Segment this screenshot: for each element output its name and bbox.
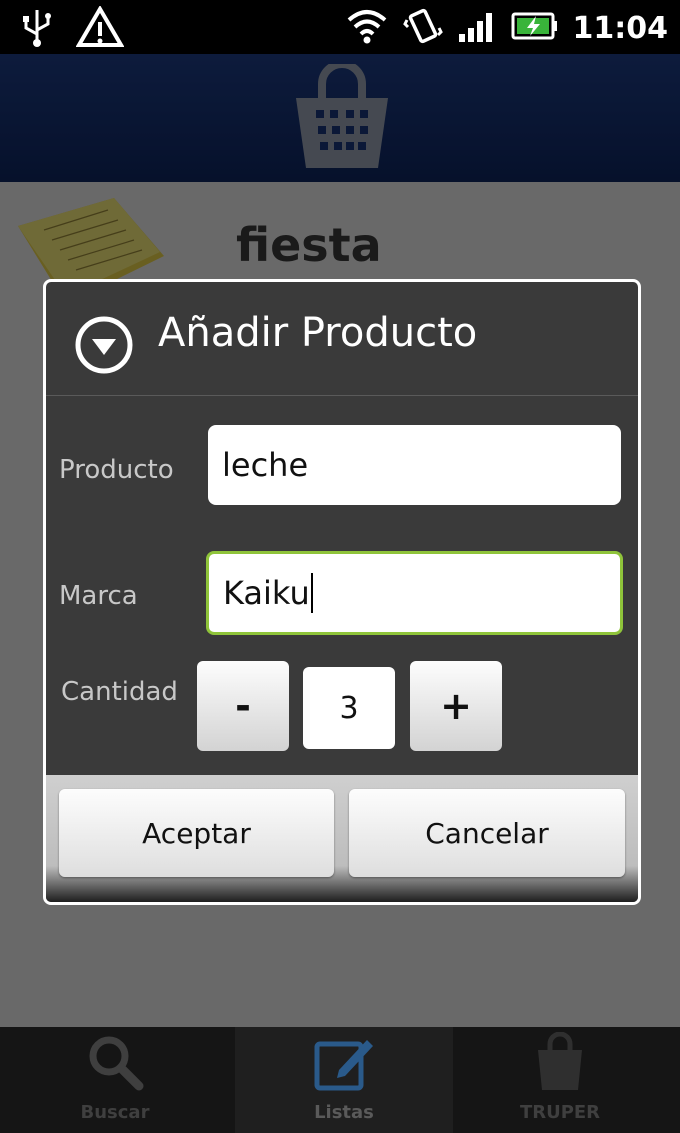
shopping-bag-icon	[532, 1031, 588, 1096]
tab-bar: Buscar Listas TRUPER	[0, 1027, 680, 1133]
text-cursor	[310, 573, 313, 613]
warning-icon	[75, 5, 125, 52]
clock: 11:04	[572, 10, 669, 46]
tab-truper[interactable]: TRUPER	[490, 1027, 630, 1133]
tab-label: Listas	[314, 1102, 374, 1123]
cancel-button[interactable]: Cancelar	[349, 789, 625, 877]
brand-label: Marca	[59, 581, 138, 611]
battery-charging-icon	[511, 11, 559, 45]
decrement-button[interactable]: -	[197, 661, 289, 751]
brand-input[interactable]: Kaiku	[206, 551, 623, 635]
product-value: leche	[222, 446, 309, 484]
usb-icon	[20, 6, 54, 52]
wifi-icon	[345, 6, 389, 50]
status-bar: 11:04	[0, 0, 680, 54]
add-product-dialog: Añadir Producto Producto leche Marca Kai…	[43, 279, 641, 905]
accept-button[interactable]: Aceptar	[59, 789, 334, 877]
signal-icon	[457, 8, 497, 48]
search-icon	[85, 1032, 145, 1096]
tab-buscar[interactable]: Buscar	[40, 1027, 190, 1133]
dialog-title: Añadir Producto	[158, 310, 478, 356]
dialog-header: Añadir Producto	[46, 282, 638, 396]
product-label: Producto	[59, 455, 174, 485]
vibrate-icon	[402, 6, 443, 50]
tab-listas[interactable]: Listas	[235, 1027, 453, 1133]
tab-label: Buscar	[80, 1102, 150, 1123]
dialog-footer: Aceptar Cancelar	[46, 775, 638, 902]
tab-label: TRUPER	[519, 1102, 601, 1123]
product-input[interactable]: leche	[208, 425, 621, 505]
brand-value: Kaiku	[223, 574, 310, 612]
edit-list-icon	[313, 1032, 375, 1096]
quantity-label: Cantidad	[61, 677, 178, 707]
dropdown-circle-icon	[74, 315, 134, 379]
increment-button[interactable]: +	[410, 661, 502, 751]
quantity-value[interactable]: 3	[303, 667, 395, 749]
